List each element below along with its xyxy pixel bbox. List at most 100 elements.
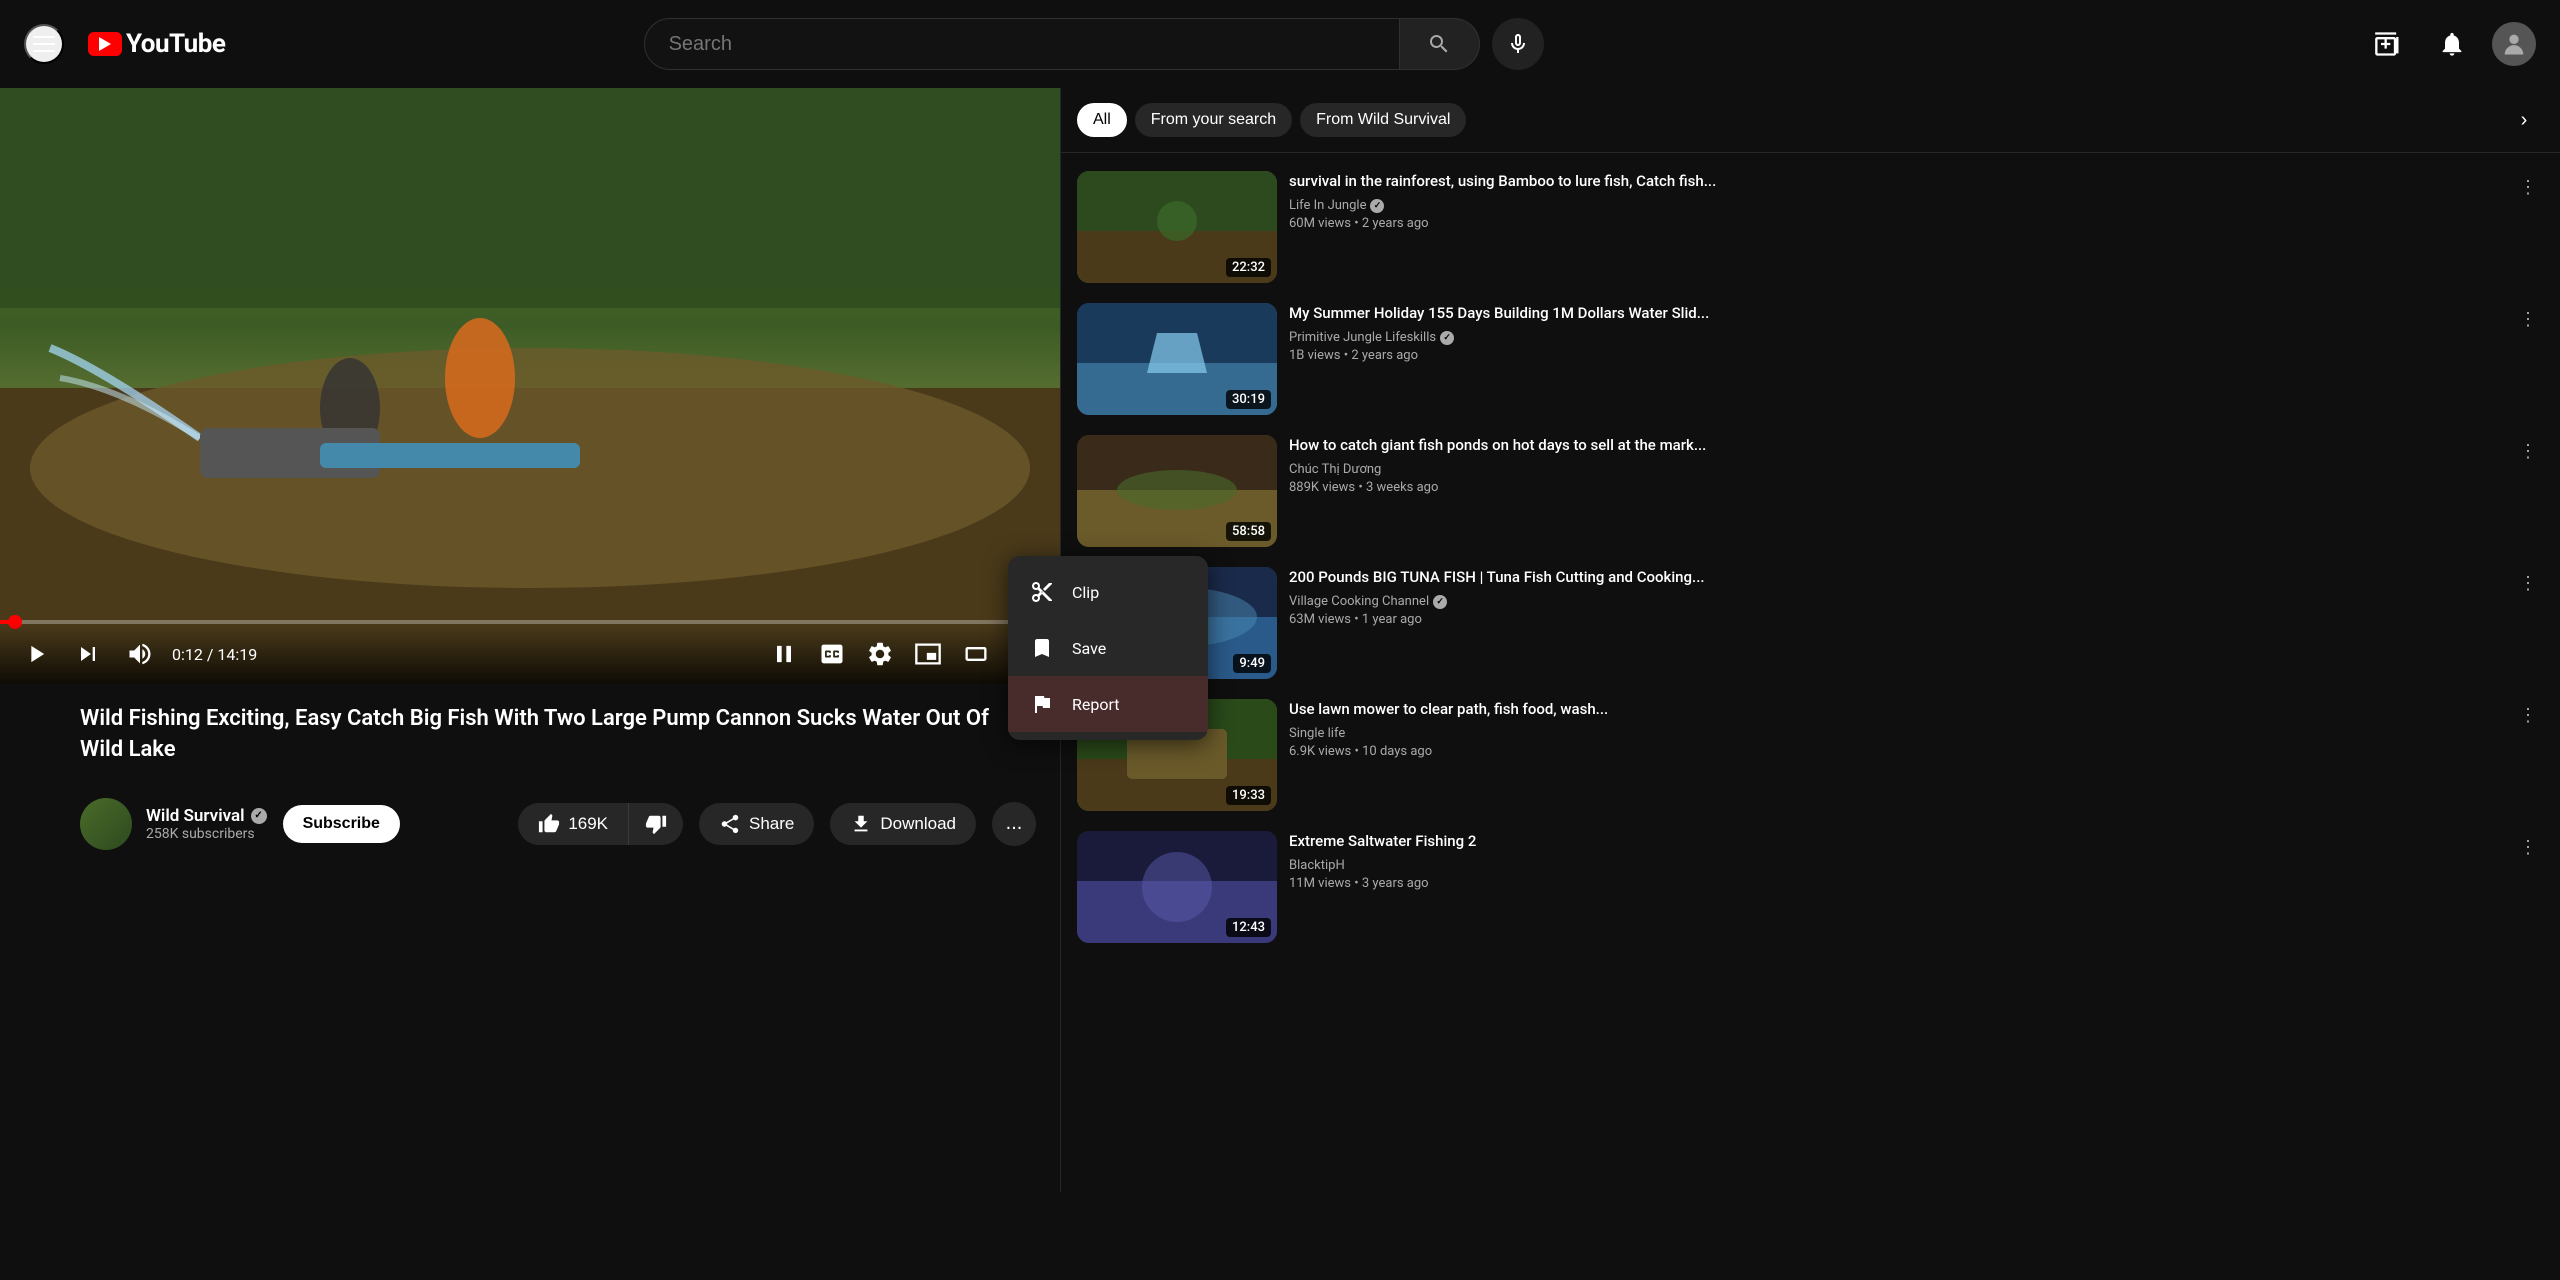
channel-name-label: Village Cooking Channel	[1289, 594, 1429, 609]
settings-icon	[866, 640, 894, 668]
video-item-stats: 6.9K views • 10 days ago	[1289, 744, 2500, 759]
item-more-button[interactable]: ⋮	[2512, 171, 2544, 203]
thumbnail-wrap: 30:19	[1077, 303, 1277, 415]
volume-icon	[126, 640, 154, 668]
list-item[interactable]: 58:58 How to catch giant fish ponds on h…	[1061, 425, 2560, 557]
settings-button[interactable]	[860, 634, 900, 674]
view-count: 889K views	[1289, 480, 1355, 495]
tab-from-channel[interactable]: From Wild Survival	[1300, 103, 1466, 137]
theater-button[interactable]	[956, 634, 996, 674]
like-dislike-group: 169K	[518, 803, 683, 845]
search-bar	[644, 18, 1544, 70]
volume-button[interactable]	[120, 634, 160, 674]
video-item-title: My Summer Holiday 155 Days Building 1M D…	[1289, 303, 2500, 324]
dot-separator: •	[1354, 876, 1362, 891]
channel-avatar	[80, 798, 132, 850]
subscribe-button[interactable]: Subscribe	[283, 805, 400, 843]
video-player[interactable]: 0:12 / 14:19	[0, 88, 1060, 684]
search-icon	[1427, 32, 1451, 56]
channel-name-label: BlacktipH	[1289, 858, 1345, 873]
next-button[interactable]	[68, 634, 108, 674]
video-meta: My Summer Holiday 155 Days Building 1M D…	[1289, 303, 2500, 363]
video-meta: Use lawn mower to clear path, fish food,…	[1289, 699, 2500, 759]
action-row: 169K Share Download ...	[518, 802, 1036, 846]
item-more-button[interactable]: ⋮	[2512, 435, 2544, 467]
context-menu-report[interactable]: Report	[1008, 676, 1208, 732]
tab-from-search[interactable]: From your search	[1135, 103, 1292, 137]
video-meta: Extreme Saltwater Fishing 2 BlacktipH 11…	[1289, 831, 2500, 891]
list-item[interactable]: 22:32 survival in the rainforest, using …	[1061, 161, 2560, 293]
user-avatar[interactable]	[2492, 22, 2536, 66]
item-more-button[interactable]: ⋮	[2512, 303, 2544, 335]
download-button[interactable]: Download	[830, 803, 976, 845]
channel-name: Wild Survival ✓	[146, 806, 267, 826]
channel-text-wrap: Wild Survival ✓ 258K subscribers	[146, 806, 267, 842]
video-info: Wild Fishing Exciting, Easy Catch Big Fi…	[0, 684, 1060, 798]
sidebar: All From your search From Wild Survival …	[1060, 88, 2560, 1192]
item-more-button[interactable]: ⋮	[2512, 567, 2544, 599]
pause-button[interactable]	[764, 634, 804, 674]
time-display: 0:12 / 14:19	[172, 645, 257, 664]
upload-age: 3 weeks ago	[1366, 480, 1438, 495]
header-left: YouTube	[24, 24, 225, 64]
notifications-icon	[2438, 30, 2466, 58]
share-button[interactable]: Share	[699, 803, 814, 845]
tab-arrow-button[interactable]: ›	[2504, 100, 2544, 140]
miniplayer-button[interactable]	[908, 634, 948, 674]
notifications-button[interactable]	[2428, 20, 2476, 68]
list-item[interactable]: 30:19 My Summer Holiday 155 Days Buildin…	[1061, 293, 2560, 425]
more-options-button[interactable]: ...	[992, 802, 1036, 846]
create-icon	[2374, 30, 2402, 58]
dot-separator: •	[1354, 216, 1362, 231]
avatar-icon	[2500, 30, 2528, 58]
time-separator: /	[207, 645, 218, 664]
item-more-button[interactable]: ⋮	[2512, 831, 2544, 863]
video-item-channel: Primitive Jungle Lifeskills ✓	[1289, 330, 2500, 345]
context-menu: Clip Save Report	[1008, 556, 1208, 740]
play-button[interactable]	[16, 634, 56, 674]
tab-all[interactable]: All	[1077, 103, 1127, 137]
create-button[interactable]	[2364, 20, 2412, 68]
video-duration: 9:49	[1233, 654, 1271, 673]
video-item-title: Use lawn mower to clear path, fish food,…	[1289, 699, 2500, 720]
scissors-svg	[1030, 580, 1054, 604]
video-list: 22:32 survival in the rainforest, using …	[1061, 153, 2560, 1192]
upload-age: 10 days ago	[1362, 744, 1432, 759]
save-icon	[1028, 634, 1056, 662]
search-input[interactable]	[645, 33, 1399, 56]
upload-age: 1 year ago	[1362, 612, 1422, 627]
like-button[interactable]: 169K	[518, 803, 628, 845]
youtube-logo-icon	[88, 32, 122, 56]
list-item[interactable]: 9:49 200 Pounds BIG TUNA FISH | Tuna Fis…	[1061, 557, 2560, 689]
verified-icon: ✓	[1370, 199, 1384, 213]
menu-bar-2	[33, 43, 55, 45]
video-item-channel: Chúc Thị Dương	[1289, 462, 2500, 477]
context-menu-clip[interactable]: Clip	[1008, 564, 1208, 620]
controls-right	[764, 634, 1044, 674]
cc-button[interactable]	[812, 634, 852, 674]
header: YouTube	[0, 0, 2560, 88]
video-item-stats: 889K views • 3 weeks ago	[1289, 480, 2500, 495]
video-scene-svg	[0, 88, 1060, 684]
list-item[interactable]: 19:33 Use lawn mower to clear path, fish…	[1061, 689, 2560, 821]
upload-age: 3 years ago	[1362, 876, 1429, 891]
video-duration: 30:19	[1226, 390, 1271, 409]
bookmark-svg	[1030, 636, 1054, 660]
view-count: 6.9K views	[1289, 744, 1351, 759]
dislike-button[interactable]	[628, 803, 683, 845]
view-count: 63M views	[1289, 612, 1351, 627]
thumbs-up-icon	[538, 813, 560, 835]
menu-bar-1	[33, 36, 55, 38]
item-more-button[interactable]: ⋮	[2512, 699, 2544, 731]
video-item-channel: Life In Jungle ✓	[1289, 198, 2500, 213]
header-right	[2364, 20, 2536, 68]
video-item-title: 200 Pounds BIG TUNA FISH | Tuna Fish Cut…	[1289, 567, 2500, 588]
search-button[interactable]	[1400, 18, 1480, 70]
mic-button[interactable]	[1492, 18, 1544, 70]
context-menu-save[interactable]: Save	[1008, 620, 1208, 676]
menu-icon-button[interactable]	[24, 24, 64, 64]
video-background	[0, 88, 1060, 684]
youtube-logo[interactable]: YouTube	[88, 29, 225, 59]
channel-name-text: Wild Survival	[146, 806, 245, 826]
list-item[interactable]: 12:43 Extreme Saltwater Fishing 2 Blackt…	[1061, 821, 2560, 953]
